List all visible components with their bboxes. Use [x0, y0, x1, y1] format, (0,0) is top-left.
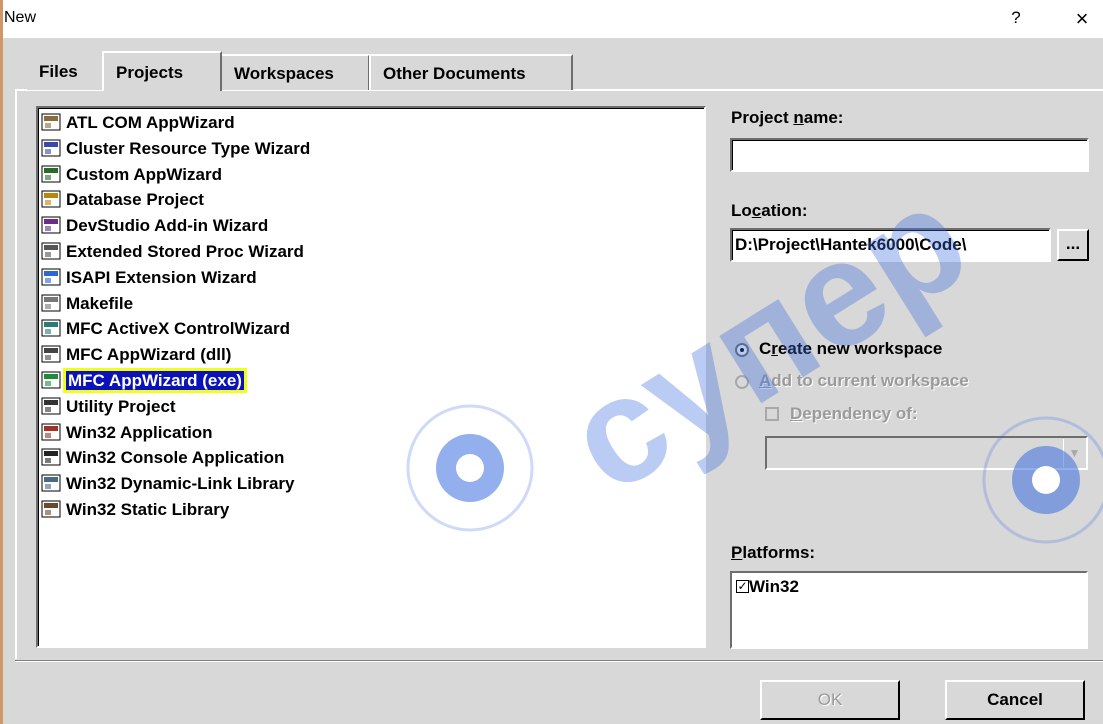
tab-other-documents[interactable]: Other Documents — [369, 54, 573, 90]
win32-app-icon — [40, 421, 62, 443]
project-item-label: ATL COM AppWizard — [66, 113, 235, 132]
dll-icon — [40, 472, 62, 494]
project-item[interactable]: Win32 Dynamic-Link Library — [40, 471, 294, 497]
project-name-input[interactable] — [730, 138, 1089, 172]
database-icon — [40, 188, 62, 210]
tab-workspaces[interactable]: Workspaces — [220, 54, 370, 90]
tab-files[interactable]: Files — [27, 54, 103, 90]
project-item[interactable]: Utility Project — [40, 394, 176, 420]
chevron-down-icon[interactable]: ▼ — [1063, 439, 1085, 467]
stored-proc-icon — [40, 240, 62, 262]
project-item[interactable]: ATL COM AppWizard — [40, 110, 235, 136]
project-item[interactable]: Database Project — [40, 187, 204, 213]
globe-icon — [40, 266, 62, 288]
cluster-wizard-icon — [40, 137, 62, 159]
dependency-checkbox[interactable] — [765, 407, 779, 421]
ok-button[interactable]: OK — [760, 680, 900, 720]
project-item-label: Win32 Console Application — [66, 448, 285, 468]
project-item-label: ISAPI Extension Wizard — [66, 267, 257, 287]
project-item[interactable]: Win32 Static Library — [40, 497, 229, 523]
checkbox-checked-icon[interactable]: ✓ — [736, 579, 749, 593]
project-item[interactable]: DevStudio Add-in Wizard — [40, 213, 268, 239]
project-item-label: Makefile — [66, 293, 134, 313]
project-item[interactable]: MFC AppWizard (exe) — [40, 368, 244, 394]
create-workspace-label[interactable]: Create new workspace — [759, 339, 942, 359]
dependency-label[interactable]: Dependency of: — [790, 404, 918, 424]
project-item[interactable]: ISAPI Extension Wizard — [40, 265, 257, 291]
project-item-label: MFC ActiveX ControlWizard — [66, 319, 291, 339]
project-item-label: Extended Stored Proc Wizard — [66, 242, 304, 261]
location-input[interactable]: D:\Project\Hantek6000\Code\ — [730, 228, 1051, 262]
create-workspace-radio[interactable] — [735, 343, 749, 357]
atl-wizard-icon — [40, 111, 62, 133]
mfc-exe-icon — [40, 369, 62, 391]
addin-wizard-icon — [40, 214, 62, 236]
location-label: Location: — [731, 201, 808, 220]
project-item-label: Cluster Resource Type Wizard — [66, 138, 311, 158]
project-item[interactable]: Win32 Application — [40, 420, 213, 446]
platform-item-win32[interactable]: ✓Win32 — [736, 577, 799, 597]
divider — [15, 660, 1103, 662]
static-lib-icon — [40, 498, 62, 520]
project-item-label: MFC AppWizard (dll) — [66, 345, 232, 365]
mfc-dll-icon — [40, 343, 62, 365]
project-item-label: Custom AppWizard — [66, 164, 222, 184]
project-item-label: Utility Project — [66, 396, 176, 416]
project-type-list[interactable]: ATL COM AppWizard Cluster Resource Type W… — [36, 106, 706, 648]
add-workspace-label[interactable]: Add to current workspace — [759, 371, 969, 391]
platforms-label: Platforms: — [731, 543, 816, 562]
close-button[interactable]: × — [1068, 6, 1096, 32]
project-item[interactable]: Makefile — [40, 291, 133, 317]
help-button[interactable]: ? — [1006, 8, 1026, 30]
project-item[interactable]: Custom AppWizard — [40, 162, 222, 188]
project-item-label: Win32 Application — [66, 422, 213, 442]
project-item[interactable]: Cluster Resource Type Wizard — [40, 136, 310, 162]
project-item-label: DevStudio Add-in Wizard — [66, 216, 269, 236]
cancel-button[interactable]: Cancel — [945, 680, 1085, 720]
project-item[interactable]: Win32 Console Application — [40, 445, 284, 471]
dependency-select[interactable]: ▼ — [765, 436, 1088, 470]
console-icon — [40, 446, 62, 468]
project-item-label: Win32 Dynamic-Link Library — [66, 474, 295, 494]
makefile-icon — [40, 292, 62, 314]
title-bar: New ? × — [0, 0, 1103, 38]
project-item[interactable]: Extended Stored Proc Wizard — [40, 239, 304, 265]
utility-icon — [40, 395, 62, 417]
tab-projects[interactable]: Projects — [102, 51, 222, 91]
project-name-label: Project name: — [731, 108, 844, 127]
add-workspace-radio[interactable] — [735, 375, 749, 389]
project-item-label: MFC AppWizard (exe) — [66, 371, 244, 390]
platforms-list[interactable]: ✓Win32 — [730, 571, 1088, 649]
project-item[interactable]: MFC AppWizard (dll) — [40, 342, 231, 368]
project-item-label: Database Project — [66, 190, 204, 210]
project-item-label: Win32 Static Library — [66, 500, 230, 519]
radio-dot-icon — [740, 348, 744, 352]
browse-button[interactable]: ... — [1057, 229, 1089, 261]
activex-icon — [40, 317, 62, 339]
window-title: New — [4, 9, 37, 26]
project-item[interactable]: MFC ActiveX ControlWizard — [40, 316, 290, 342]
custom-wizard-icon — [40, 163, 62, 185]
